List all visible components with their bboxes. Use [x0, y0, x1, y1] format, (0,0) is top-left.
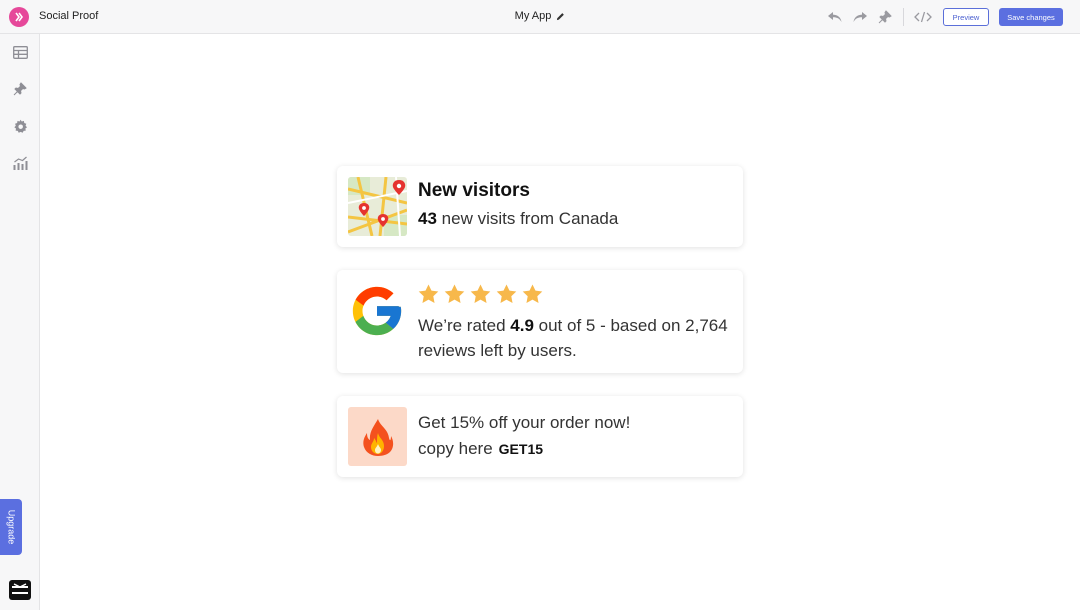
coupon-copy-label: copy here [418, 439, 493, 458]
visitors-text: new visits from Canada [441, 209, 619, 228]
star-icon [444, 284, 465, 304]
pin-icon[interactable] [876, 8, 894, 26]
rating-card: We’re rated 4.9 out of 5 - based on 2,76… [337, 270, 743, 373]
app-name: Social Proof [39, 10, 99, 22]
coupon-card: Get 15% off your order now! copy here GE… [337, 396, 743, 477]
sidebar: Upgrade [0, 34, 40, 610]
gear-icon[interactable] [11, 117, 29, 135]
undo-icon[interactable] [826, 8, 844, 26]
upgrade-label: Upgrade [6, 509, 16, 545]
visitors-line: 43 new visits from Canada [418, 209, 618, 229]
preview-button[interactable]: Preview [943, 8, 989, 26]
visitors-card: New visitors 43 new visits from Canada [337, 166, 743, 247]
rating-prefix: We’re rated [418, 316, 511, 335]
brand-logo-icon [9, 579, 31, 601]
star-icon [470, 284, 491, 304]
upgrade-button[interactable]: Upgrade [0, 499, 22, 555]
redo-icon[interactable] [851, 8, 869, 26]
star-icon [522, 284, 543, 304]
visitors-title: New visitors [418, 180, 530, 201]
rating-text: We’re rated 4.9 out of 5 - based on 2,76… [418, 313, 728, 363]
toolbar-divider [903, 8, 904, 26]
analytics-icon[interactable] [11, 154, 29, 172]
visitors-count: 43 [418, 209, 437, 228]
coupon-code[interactable]: GET15 [499, 441, 543, 457]
star-rating [417, 283, 544, 306]
star-icon [496, 284, 517, 304]
table-icon[interactable] [11, 43, 29, 61]
rating-score: 4.9 [510, 316, 534, 335]
code-icon[interactable] [914, 8, 932, 26]
top-bar: Social Proof My App Preview Save changes [0, 0, 1080, 34]
star-icon [418, 284, 439, 304]
save-changes-button[interactable]: Save changes [999, 8, 1063, 26]
edit-pencil-icon [557, 12, 565, 20]
app-logo-icon [9, 7, 29, 27]
fire-icon [348, 407, 407, 466]
map-thumbnail-icon [348, 177, 407, 236]
google-logo-icon [352, 286, 402, 336]
project-title-label: My App [514, 10, 552, 22]
coupon-copy-line: copy here GET15 [418, 439, 543, 459]
project-title[interactable]: My App [515, 10, 566, 22]
pin-icon[interactable] [11, 80, 29, 98]
coupon-headline: Get 15% off your order now! [418, 413, 631, 432]
